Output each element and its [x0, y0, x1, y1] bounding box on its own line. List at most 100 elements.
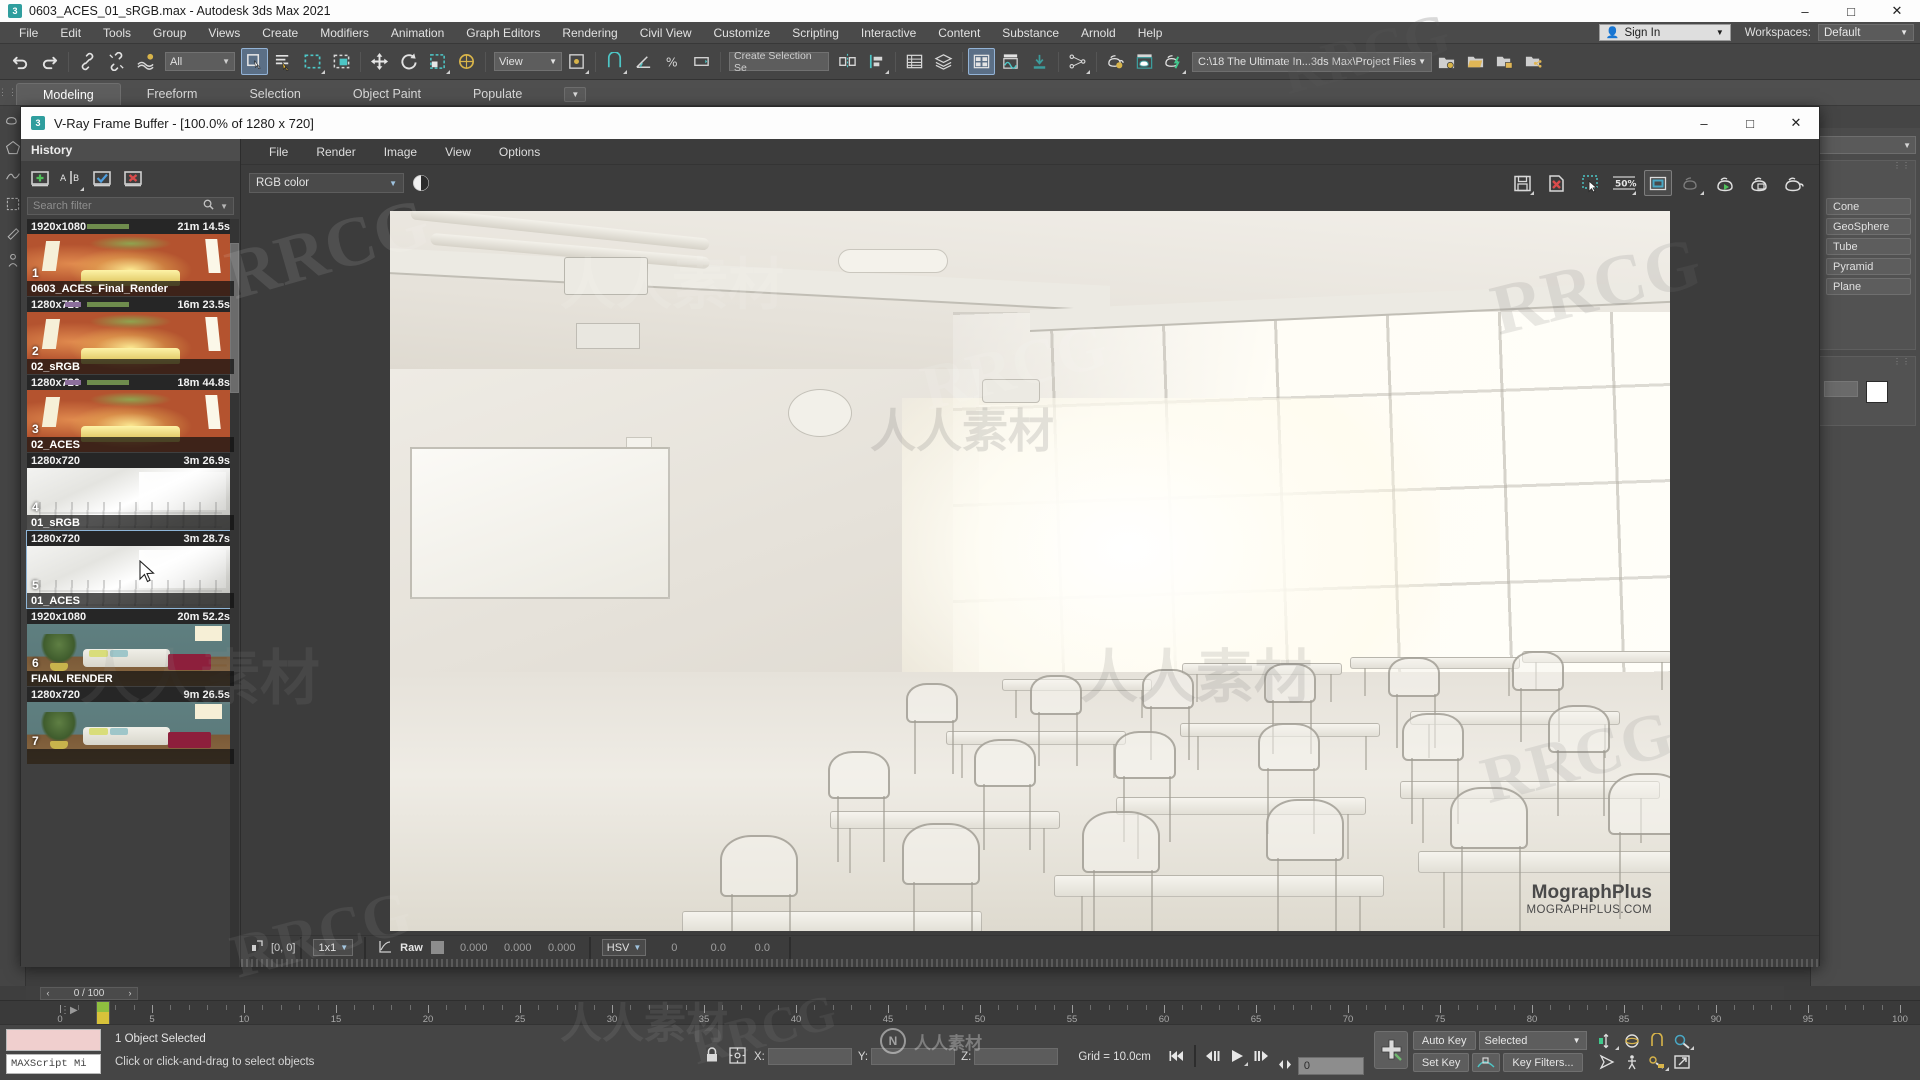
scene-explorer-button[interactable]	[930, 48, 957, 75]
select-object-button[interactable]	[241, 48, 268, 75]
current-frame-input[interactable]: 0	[1297, 1056, 1364, 1075]
maxscript-input-field[interactable]: MAXScript Mi	[6, 1054, 101, 1074]
object-category-dropdown[interactable]: ▼	[1815, 136, 1916, 154]
render-setup-button[interactable]	[997, 48, 1024, 75]
redo-button[interactable]	[36, 48, 63, 75]
history-item-thumbnail[interactable]: 1 0603_ACES_Final_Render	[27, 234, 234, 296]
layer-explorer-button[interactable]	[901, 48, 928, 75]
history-item-selected[interactable]: 1280x720 3m 28.7s 5 01_ACES	[26, 530, 235, 609]
walkthrough-icon[interactable]	[1620, 1052, 1645, 1071]
sign-in-dropdown[interactable]: 👤 Sign In ▼	[1598, 24, 1731, 41]
frame-navigator[interactable]: ‹ 0 / 100 ›	[40, 986, 138, 1000]
menu-item-graph-editors[interactable]: Graph Editors	[455, 22, 551, 44]
play-animation-button[interactable]	[1225, 1045, 1249, 1067]
schematic-view-button[interactable]	[1064, 48, 1091, 75]
add-to-history-icon[interactable]	[27, 167, 53, 191]
delete-history-icon[interactable]	[120, 167, 146, 191]
key-filters-button[interactable]: Key Filters...	[1503, 1053, 1583, 1072]
history-item-thumbnail[interactable]: 7	[27, 702, 234, 764]
vfb-menu-render[interactable]: Render	[302, 139, 369, 165]
pan-view-icon[interactable]	[1595, 1031, 1620, 1050]
ribbon-tab-object-paint[interactable]: Object Paint	[327, 83, 447, 105]
vray-frame-buffer-window[interactable]: 3 V-Ray Frame Buffer - [100.0% of 1280 x…	[20, 106, 1820, 967]
save-image-icon[interactable]	[1508, 170, 1536, 196]
history-search-filter[interactable]: Search filter ▼	[27, 197, 234, 215]
polygon-modeling-icon[interactable]	[5, 140, 21, 156]
coord-x-input[interactable]	[767, 1048, 852, 1065]
region-render-icon[interactable]	[1576, 170, 1604, 196]
render-play-icon[interactable]	[1712, 170, 1740, 196]
render-production-teapot-icon[interactable]	[1160, 48, 1187, 75]
maximize-button[interactable]: □	[1828, 0, 1874, 22]
vfb-menu-image[interactable]: Image	[370, 139, 431, 165]
workspace-dropdown[interactable]: Default ▼	[1818, 24, 1914, 41]
teapot-icon[interactable]	[5, 112, 21, 128]
create-pyramid-button[interactable]: Pyramid	[1826, 258, 1911, 275]
coordinate-z[interactable]: Z:	[961, 1048, 1059, 1065]
snaps-toggle-button[interactable]	[601, 48, 628, 75]
menu-item-edit[interactable]: Edit	[49, 22, 92, 44]
ribbon-grip[interactable]: ⋮⋮	[0, 79, 17, 105]
zoom-region-icon[interactable]	[1670, 1031, 1695, 1050]
select-and-place-button[interactable]	[453, 48, 480, 75]
menu-item-help[interactable]: Help	[1127, 22, 1174, 44]
add-key-button[interactable]	[1373, 1031, 1408, 1069]
selection-tools-icon[interactable]	[5, 196, 21, 212]
select-and-link-icon[interactable]	[74, 48, 101, 75]
project-structure-icon[interactable]	[1520, 48, 1547, 75]
named-selection-sets-field[interactable]: Create Selection Se	[729, 50, 829, 74]
menu-item-group[interactable]: Group	[142, 22, 197, 44]
history-item[interactable]: 1280x720 18m 44.8s 3 02_ACES	[27, 375, 234, 452]
coord-z-input[interactable]	[974, 1048, 1059, 1065]
set-project-folder-icon[interactable]	[1491, 48, 1518, 75]
ribbon-minimize-button[interactable]: ▼	[564, 87, 587, 102]
select-and-move-button[interactable]	[366, 48, 393, 75]
vfb-minimize-button[interactable]: –	[1681, 107, 1727, 139]
project-folder-dropdown[interactable]: C:\18 The Ultimate In...3ds Max\Project …	[1192, 51, 1432, 72]
go-to-start-button[interactable]	[1165, 1045, 1189, 1067]
history-list[interactable]: 1920x1080 21m 14.5s 1 0603_ACES_Final_Re…	[21, 219, 240, 967]
unlink-selection-icon[interactable]	[103, 48, 130, 75]
render-last-icon[interactable]	[1678, 170, 1706, 196]
spinner-snap-toggle-button[interactable]	[688, 48, 715, 75]
pixel-probe-icon[interactable]	[251, 940, 263, 955]
orbit-view-icon[interactable]	[1620, 1031, 1645, 1050]
vfb-menu-view[interactable]: View	[431, 139, 485, 165]
zoom-level-icon[interactable]: 50%	[1610, 170, 1638, 196]
mirror-button[interactable]	[834, 48, 861, 75]
menu-item-tools[interactable]: Tools	[92, 22, 142, 44]
close-button[interactable]: ✕	[1874, 0, 1920, 22]
history-item[interactable]: 1920x1080 20m 52.2s 6 FIANL RENDER	[27, 609, 234, 686]
render-setup-teapot-icon[interactable]	[1102, 48, 1129, 75]
next-frame-button[interactable]	[1249, 1045, 1273, 1067]
window-controls[interactable]: – □ ✕	[1782, 0, 1920, 22]
select-and-scale-button[interactable]	[424, 48, 451, 75]
ribbon-tab-modeling[interactable]: Modeling	[16, 83, 121, 105]
key-tangent-button[interactable]	[1472, 1053, 1501, 1072]
absolute-relative-mode-icon[interactable]	[729, 1046, 746, 1067]
object-name-field[interactable]	[1824, 381, 1858, 397]
vfb-menu-options[interactable]: Options	[485, 139, 554, 165]
render-channel-dropdown[interactable]: RGB color ▼	[249, 173, 404, 193]
history-item-thumbnail[interactable]: 4 01_sRGB	[27, 468, 234, 530]
previous-frame-button[interactable]	[1201, 1045, 1225, 1067]
history-item[interactable]: 1280x720 9m 26.5s 7	[27, 687, 234, 764]
vfb-resize-grip[interactable]	[241, 959, 1819, 967]
field-of-view-icon[interactable]	[1645, 1031, 1670, 1050]
open-project-folder-icon[interactable]	[1462, 48, 1489, 75]
create-geosphere-button[interactable]: GeoSphere	[1826, 218, 1911, 235]
rendered-image[interactable]: MographPlus MOGRAPHPLUS.COM	[390, 211, 1670, 931]
select-by-name-button[interactable]	[270, 48, 297, 75]
angle-snap-toggle-button[interactable]	[630, 48, 657, 75]
load-history-icon[interactable]	[89, 167, 115, 191]
auto-key-button[interactable]: Auto Key	[1412, 1031, 1476, 1050]
minimize-button[interactable]: –	[1782, 0, 1828, 22]
ribbon-tab-populate[interactable]: Populate	[447, 83, 548, 105]
menu-item-views[interactable]: Views	[197, 22, 251, 44]
menu-item-customize[interactable]: Customize	[703, 22, 782, 44]
menu-item-substance[interactable]: Substance	[991, 22, 1070, 44]
create-plane-button[interactable]: Plane	[1826, 278, 1911, 295]
render-frame-window-teapot-icon[interactable]	[1131, 48, 1158, 75]
render-region-teapot-icon[interactable]	[1746, 170, 1774, 196]
menu-item-civil-view[interactable]: Civil View	[629, 22, 703, 44]
